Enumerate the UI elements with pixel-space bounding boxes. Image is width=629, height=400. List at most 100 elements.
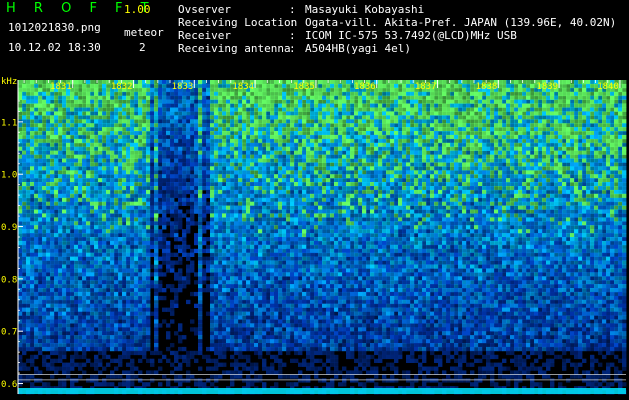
noise-cell: [74, 134, 79, 140]
noise-cell: [206, 87, 211, 93]
noise-cell: [534, 103, 539, 108]
noise-cell: [302, 189, 307, 195]
noise-cell: [66, 131, 71, 136]
noise-cell: [518, 182, 523, 187]
noise-cell: [130, 205, 135, 210]
noise-cell: [510, 83, 515, 89]
noise-cell: [590, 107, 595, 112]
noise-cell: [262, 178, 267, 183]
noise-cell: [410, 158, 415, 163]
noise-cell: [274, 197, 279, 203]
noise-cell: [238, 182, 243, 187]
noise-cell: [78, 111, 83, 116]
noise-cell: [538, 91, 543, 97]
noise-cell: [302, 205, 307, 210]
noise-cell: [318, 193, 323, 199]
noise-cell: [582, 142, 587, 148]
noise-cell: [66, 146, 71, 151]
noise-cell: [262, 174, 267, 179]
noise-cell: [134, 178, 139, 183]
noise-cell: [310, 162, 315, 167]
noise-cell: [94, 123, 99, 128]
noise-cell: [158, 162, 163, 167]
noise-cell: [458, 138, 463, 144]
noise-cell: [390, 91, 395, 97]
noise-cell: [410, 95, 415, 100]
noise-cell: [262, 131, 267, 136]
noise-cell: [42, 193, 47, 199]
noise-cell: [302, 146, 307, 151]
noise-cell: [458, 127, 463, 132]
noise-cell: [258, 193, 263, 199]
noise-cell: [362, 142, 367, 148]
noise-cell: [98, 146, 103, 151]
noise-cell: [590, 127, 595, 132]
noise-cell: [562, 111, 567, 116]
noise-cell: [622, 189, 627, 195]
noise-cell: [402, 174, 407, 179]
noise-cell: [198, 123, 203, 128]
noise-cell: [506, 111, 511, 116]
noise-cell: [238, 170, 243, 175]
noise-cell: [518, 103, 523, 108]
noise-cell: [46, 115, 51, 120]
noise-cell: [194, 142, 199, 148]
noise-cell: [334, 170, 339, 175]
noise-cell: [290, 103, 295, 108]
noise-cell: [358, 150, 363, 155]
noise-cell: [374, 123, 379, 128]
noise-cell: [390, 166, 395, 171]
noise-cell: [110, 119, 115, 124]
noise-cell: [294, 170, 299, 175]
noise-cell: [622, 146, 627, 151]
noise-cell: [202, 201, 207, 206]
noise-cell: [250, 150, 255, 155]
noise-cell: [74, 95, 79, 100]
noise-cell: [494, 131, 499, 136]
noise-cell: [574, 138, 579, 144]
noise-cell: [538, 99, 543, 104]
noise-cell: [82, 87, 87, 93]
noise-cell: [482, 186, 487, 191]
noise-cell: [382, 142, 387, 148]
noise-cell: [250, 205, 255, 210]
noise-cell: [614, 123, 619, 128]
noise-cell: [390, 182, 395, 187]
noise-cell: [114, 146, 119, 151]
noise-cell: [390, 111, 395, 116]
noise-cell: [486, 119, 491, 124]
noise-cell: [62, 134, 67, 140]
noise-cell: [478, 170, 483, 175]
noise-cell: [394, 205, 399, 210]
noise-cell: [70, 91, 75, 97]
noise-cell: [218, 99, 223, 104]
noise-cell: [430, 182, 435, 187]
noise-cell: [238, 115, 243, 120]
noise-cell: [182, 186, 187, 191]
noise-cell: [534, 111, 539, 116]
noise-cell: [134, 91, 139, 97]
noise-cell: [270, 119, 275, 124]
noise-cell: [614, 178, 619, 183]
noise-cell: [398, 189, 403, 195]
noise-cell: [614, 134, 619, 140]
noise-cell: [262, 123, 267, 128]
noise-cell: [590, 87, 595, 93]
noise-cell: [610, 186, 615, 191]
noise-cell: [546, 182, 551, 187]
noise-cell: [242, 182, 247, 187]
noise-cell: [22, 193, 27, 199]
noise-cell: [582, 146, 587, 151]
noise-cell: [250, 154, 255, 159]
noise-cell: [242, 127, 247, 132]
noise-cell: [510, 186, 515, 191]
noise-cell: [322, 115, 327, 120]
noise-cell: [306, 134, 311, 140]
noise-cell: [278, 189, 283, 195]
noise-cell: [558, 119, 563, 124]
noise-cell: [122, 127, 127, 132]
noise-cell: [182, 107, 187, 112]
noise-cell: [522, 91, 527, 97]
noise-cell: [26, 103, 31, 108]
noise-cell: [166, 103, 171, 108]
